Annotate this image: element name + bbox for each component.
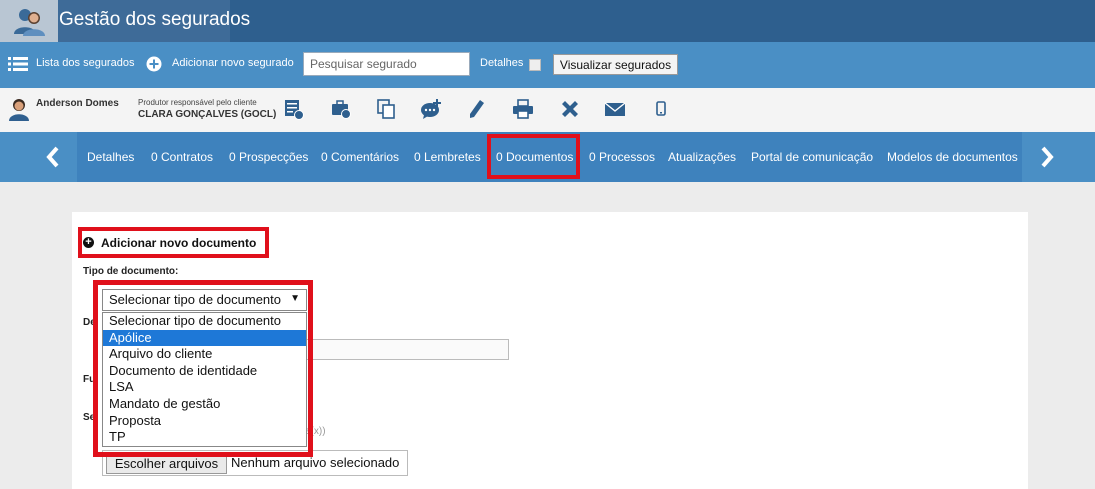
doc-type-label: Tipo de documento: <box>83 266 179 277</box>
producer-value: CLARA GONÇALVES (GOCL) <box>138 109 277 120</box>
option-proposta[interactable]: Proposta <box>103 413 306 430</box>
close-icon[interactable] <box>559 98 581 120</box>
tab-atualizacoes[interactable]: Atualizações <box>668 150 736 164</box>
option-arquivo-cliente[interactable]: Arquivo do cliente <box>103 346 306 363</box>
tab-highlight-box <box>487 134 580 179</box>
option-apolice[interactable]: Apólice <box>103 329 306 347</box>
view-insured-button[interactable]: Visualizar segurados <box>553 54 678 75</box>
print-icon[interactable] <box>512 98 534 120</box>
doc-type-dropdown: Selecionar tipo de documento Apólice Arq… <box>102 312 307 447</box>
client-row: Anderson Domes Produtor responsável pelo… <box>0 88 1095 132</box>
tab-lembretes[interactable]: 0 Lembretes <box>414 150 481 164</box>
doc-type-select-value: Selecionar tipo de documento <box>109 292 282 307</box>
tab-portal-comunicacao[interactable]: Portal de comunicação <box>751 150 873 164</box>
option-mandato-gestao[interactable]: Mandato de gestão <box>103 396 306 413</box>
option-selecionar[interactable]: Selecionar tipo de documento <box>103 313 306 330</box>
tab-processos[interactable]: 0 Processos <box>589 150 655 164</box>
doc-type-select[interactable]: Selecionar tipo de documento ▼ <box>102 289 307 311</box>
list-icon[interactable] <box>8 56 28 77</box>
producer-label: Produtor responsável pelo cliente <box>138 98 257 107</box>
copy-icon[interactable] <box>376 98 398 120</box>
app-title: Gestão dos segurados <box>59 9 251 30</box>
title-bar: Gestão dos segurados <box>0 0 1095 42</box>
toolbar: Lista dos segurados Adicionar novo segur… <box>0 42 1095 88</box>
chevron-left-icon[interactable] <box>45 146 61 173</box>
chevron-right-icon[interactable] <box>1039 146 1055 173</box>
tab-detalhes[interactable]: Detalhes <box>87 150 134 164</box>
caret-down-icon: ▼ <box>290 293 300 304</box>
tab-contratos[interactable]: 0 Contratos <box>151 150 213 164</box>
tabs-next-area <box>1022 132 1095 182</box>
list-insured-link[interactable]: Lista dos segurados <box>36 57 134 69</box>
details-checkbox[interactable] <box>529 59 541 71</box>
edit-doc-icon[interactable] <box>283 98 305 120</box>
details-label: Detalhes <box>480 57 524 69</box>
client-name: Anderson Domes <box>36 98 119 109</box>
mobile-icon[interactable] <box>650 98 672 120</box>
option-lsa[interactable]: LSA <box>103 379 306 396</box>
pencil-icon[interactable] <box>466 98 488 120</box>
tab-modelos-documentos[interactable]: Modelos de documentos <box>887 150 1018 164</box>
tabs-prev-area <box>0 132 77 182</box>
chat-add-icon[interactable] <box>420 98 442 120</box>
description-input[interactable] <box>305 339 509 360</box>
avatar <box>7 97 31 126</box>
tab-comentarios[interactable]: 0 Comentários <box>321 150 399 164</box>
option-tp[interactable]: TP <box>103 429 306 446</box>
add-document-link[interactable]: Adicionar novo documento <box>101 236 256 250</box>
search-input[interactable] <box>303 52 470 76</box>
file-status: Nenhum arquivo selecionado <box>231 455 400 470</box>
mail-icon[interactable] <box>604 98 626 120</box>
add-insured-link[interactable]: Adicionar novo segurado <box>172 57 294 69</box>
briefcase-add-icon[interactable] <box>330 98 352 120</box>
users-logo-icon <box>0 0 58 42</box>
option-documento-identidade[interactable]: Documento de identidade <box>103 363 306 380</box>
plus-circle-icon[interactable]: + <box>83 237 94 248</box>
plus-circle-icon[interactable] <box>146 56 162 77</box>
tab-prospeccoes[interactable]: 0 Prospecções <box>229 150 308 164</box>
